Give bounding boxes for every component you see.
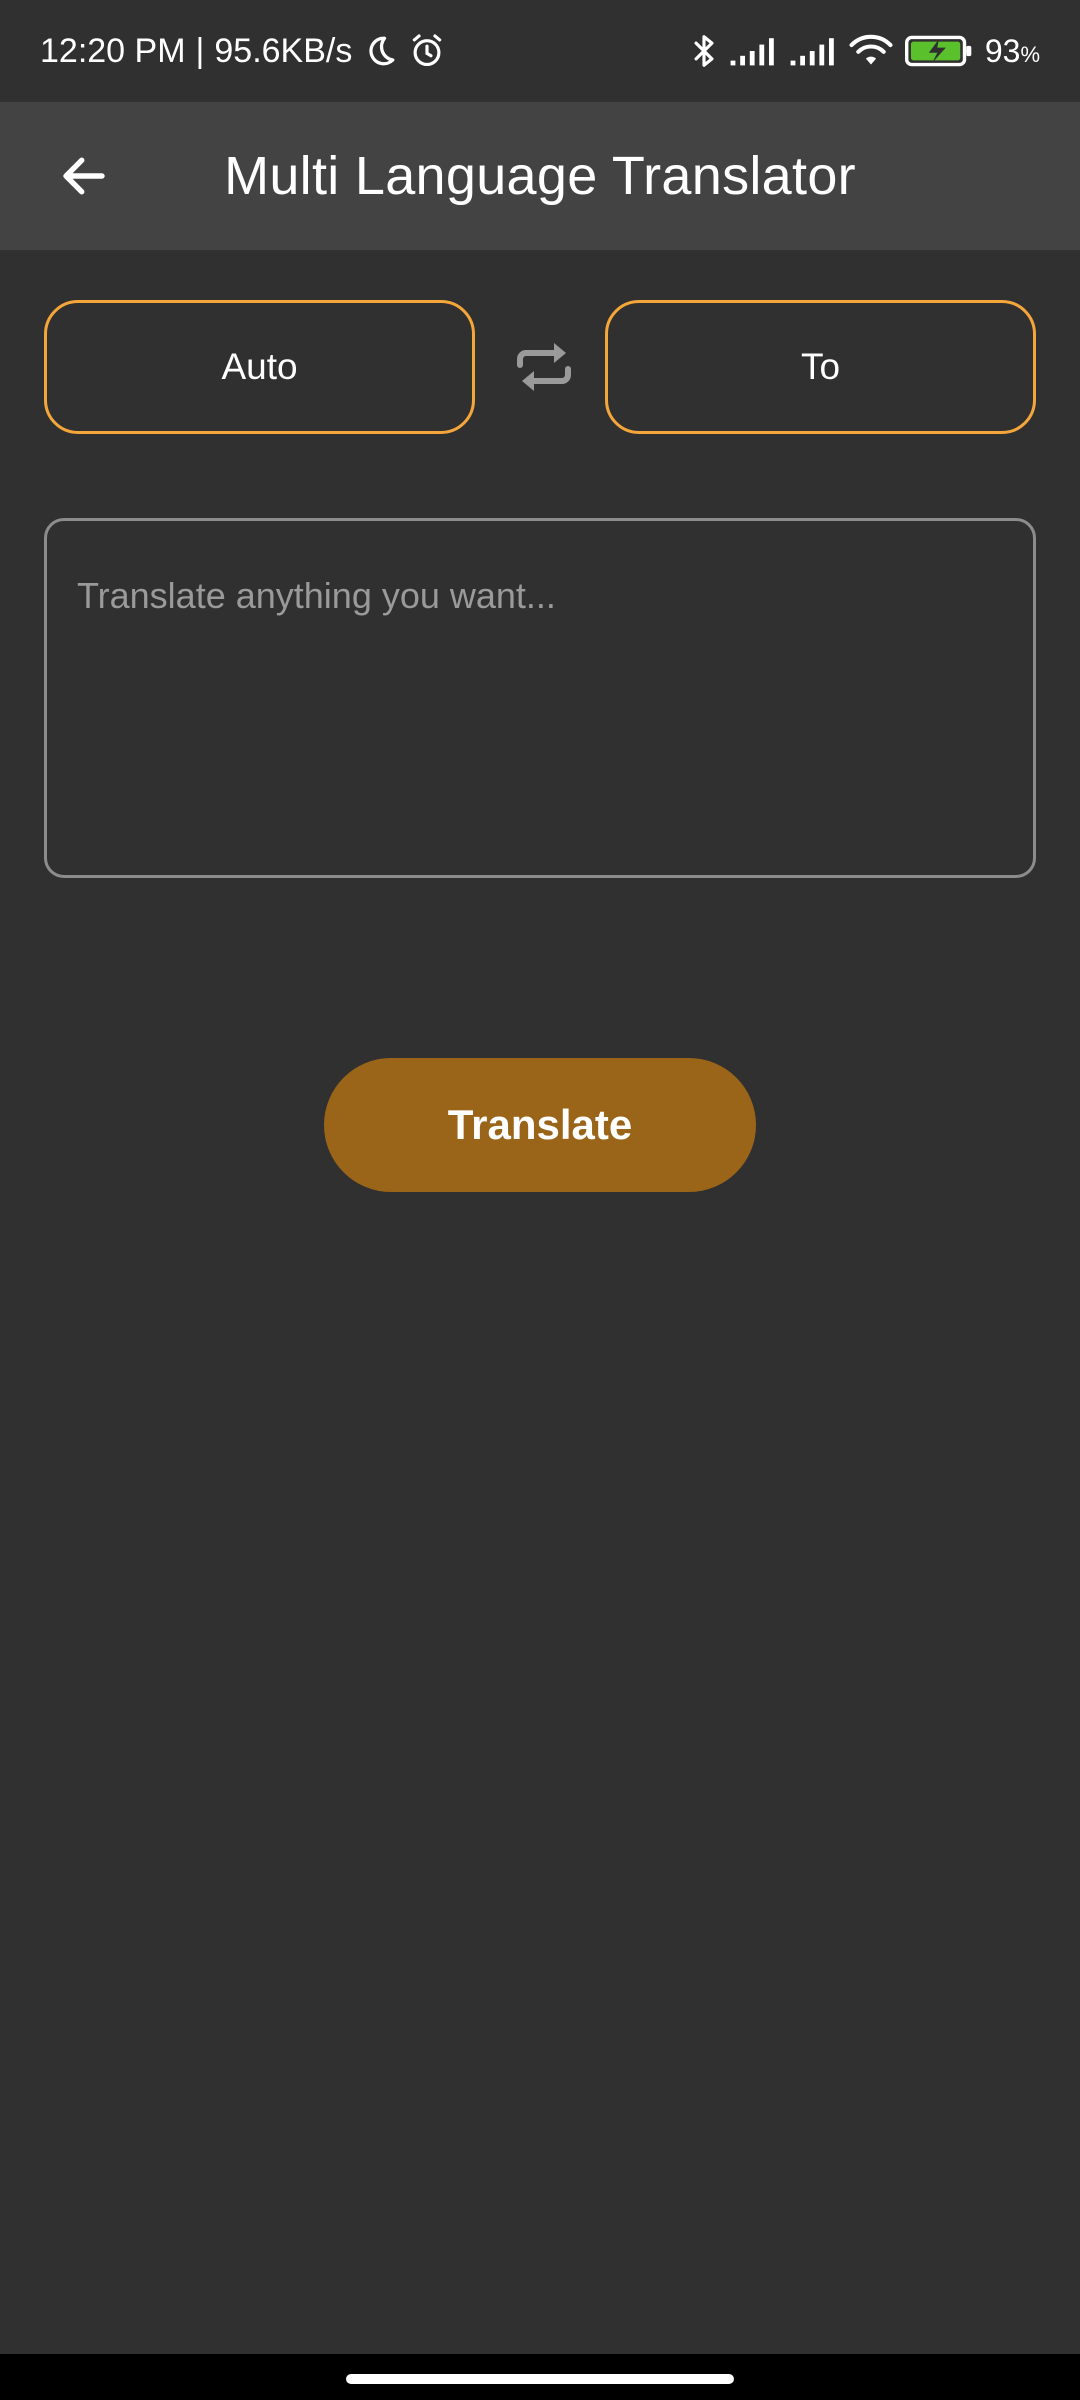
status-bar: 12:20 PM | 95.6KB/s 93% (0, 0, 1080, 102)
network-speed: 95.6KB/s (214, 31, 353, 70)
screen: 12:20 PM | 95.6KB/s 93% Multi Language T… (0, 0, 1080, 2400)
target-language-button[interactable]: To (605, 300, 1036, 434)
source-language-button[interactable]: Auto (44, 300, 475, 434)
status-time: 12:20 PM (40, 31, 186, 70)
status-separator: | (195, 31, 205, 70)
signal-icon (789, 35, 837, 67)
home-indicator[interactable] (346, 2374, 734, 2384)
status-right: 93% (691, 32, 1040, 70)
translation-input[interactable] (77, 575, 1003, 821)
battery-charging-icon (904, 34, 973, 68)
signal-icon (729, 35, 777, 67)
alarm-icon (408, 32, 446, 70)
translation-input-box (44, 518, 1036, 878)
translate-button-label: Translate (447, 1101, 633, 1148)
target-language-label: To (800, 346, 841, 387)
swap-languages-button[interactable] (504, 327, 584, 407)
moon-icon (362, 33, 398, 69)
swap-arrows-icon (512, 338, 576, 396)
page-title: Multi Language Translator (224, 146, 856, 206)
status-left: 12:20 PM | 95.6KB/s (40, 32, 446, 71)
translate-button[interactable]: Translate (324, 1058, 756, 1192)
wifi-icon (849, 34, 893, 68)
source-language-label: Auto (221, 346, 298, 387)
back-button[interactable] (40, 132, 128, 220)
battery-percent: 93% (984, 32, 1040, 69)
bluetooth-icon (691, 32, 717, 70)
navigation-bar (0, 2354, 1080, 2400)
app-bar: Multi Language Translator (0, 102, 1080, 250)
language-selector-row: Auto To (44, 300, 1036, 434)
arrow-left-icon (57, 149, 111, 203)
